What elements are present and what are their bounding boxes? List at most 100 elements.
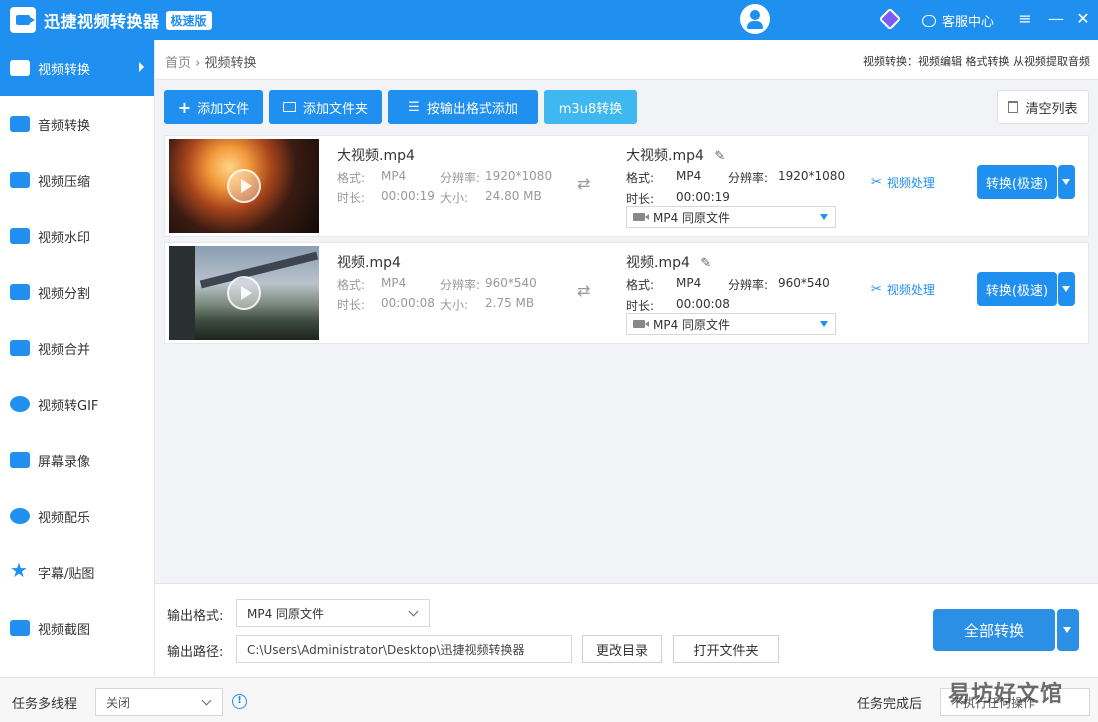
subtitle-sticker-icon bbox=[10, 558, 30, 582]
info-icon[interactable]: ! bbox=[232, 694, 247, 709]
sidebar-item-video-music[interactable]: 视频配乐 bbox=[0, 488, 154, 544]
breadcrumb-separator: › bbox=[195, 56, 201, 71]
clear-list-label: 清空列表 bbox=[1025, 101, 1078, 117]
menu-icon[interactable]: ≡ bbox=[1016, 10, 1034, 28]
output-file-name[interactable]: 视频.mp4 ✎ bbox=[626, 252, 711, 272]
output-format-label: 格式: bbox=[626, 278, 655, 292]
sidebar-item-screen-record[interactable]: 屏幕录像 bbox=[0, 432, 154, 488]
sidebar-item-video-convert[interactable]: 视频转换 bbox=[0, 40, 154, 96]
user-avatar[interactable] bbox=[740, 4, 770, 34]
sidebar-item-label: 视频合并 bbox=[38, 342, 91, 358]
chevron-right-icon bbox=[139, 62, 144, 72]
video-screenshot-icon bbox=[10, 620, 30, 636]
convert-fast-button[interactable]: 转换(极速) bbox=[977, 272, 1057, 306]
output-format-dropdown-value: MP4 同原文件 bbox=[247, 606, 325, 621]
output-settings-panel: 输出格式: MP4 同原文件 输出路径: C:\Users\Administra… bbox=[155, 583, 1098, 677]
video-gif-icon bbox=[10, 396, 30, 412]
sidebar-item-video-gif[interactable]: 视频转GIF bbox=[0, 376, 154, 432]
app-title: 迅捷视频转换器 bbox=[44, 12, 160, 31]
pencil-icon[interactable]: ✎ bbox=[700, 256, 711, 271]
video-merge-icon bbox=[10, 340, 30, 356]
file-row: 大视频.mp4 格式: MP4 分辨率: 1920*1080 时长: 00:00… bbox=[164, 135, 1089, 237]
chevron-down-icon bbox=[408, 606, 419, 617]
plus-icon: + bbox=[177, 97, 192, 117]
breadcrumb-home[interactable]: 首页 bbox=[165, 56, 191, 71]
sidebar-item-label: 视频压缩 bbox=[38, 174, 91, 190]
video-process-link[interactable]: ✂ 视频处理 bbox=[871, 281, 935, 298]
sidebar-item-subtitle-sticker[interactable]: 字幕/贴图 bbox=[0, 544, 154, 600]
source-size-value: 24.80 MB bbox=[485, 189, 542, 203]
breadcrumb: 首页 › 视频转换 bbox=[165, 52, 257, 71]
output-resolution-label: 分辨率: bbox=[728, 171, 769, 185]
video-thumbnail[interactable] bbox=[169, 246, 319, 340]
source-size-label: 大小: bbox=[440, 191, 469, 205]
multithread-select[interactable]: 关闭 bbox=[95, 688, 223, 716]
breadcrumb-current: 视频转换 bbox=[204, 56, 257, 71]
m3u8-convert-button[interactable]: m3u8转换 bbox=[544, 90, 637, 124]
convert-fast-button[interactable]: 转换(极速) bbox=[977, 165, 1057, 199]
output-format-label: 输出格式: bbox=[167, 609, 224, 624]
output-path-field[interactable]: C:\Users\Administrator\Desktop\迅捷视频转换器 bbox=[236, 635, 572, 663]
shuffle-icon: ⇄ bbox=[577, 281, 591, 300]
play-icon[interactable] bbox=[227, 169, 261, 203]
sidebar-item-video-merge[interactable]: 视频合并 bbox=[0, 320, 154, 376]
service-center-button[interactable]: 客服中心 bbox=[922, 11, 994, 30]
source-format-value: MP4 bbox=[381, 169, 407, 183]
sidebar-item-audio-convert[interactable]: 音频转换 bbox=[0, 96, 154, 152]
video-process-label: 视频处理 bbox=[886, 176, 935, 190]
scissors-icon: ✂ bbox=[871, 282, 882, 297]
sidebar-item-video-watermark[interactable]: 视频水印 bbox=[0, 208, 154, 264]
video-thumbnail[interactable] bbox=[169, 139, 319, 233]
video-process-label: 视频处理 bbox=[886, 283, 935, 297]
vip-icon[interactable] bbox=[878, 7, 902, 31]
output-file-name[interactable]: 大视频.mp4 ✎ bbox=[626, 145, 725, 165]
video-convert-icon bbox=[10, 60, 30, 76]
main-panel: 首页 › 视频转换 视频转换：视频编辑 格式转换 从视频提取音频 + 添加文件 … bbox=[155, 40, 1098, 583]
minimize-icon[interactable]: — bbox=[1047, 10, 1065, 28]
add-by-format-button[interactable]: ☰ 按输出格式添加 bbox=[388, 90, 538, 124]
add-file-label: 添加文件 bbox=[197, 101, 250, 117]
change-directory-button[interactable]: 更改目录 bbox=[582, 635, 662, 663]
sidebar-item-video-compress[interactable]: 视频压缩 bbox=[0, 152, 154, 208]
play-icon[interactable] bbox=[227, 276, 261, 310]
output-duration-label: 时长: bbox=[626, 299, 655, 313]
caret-down-icon bbox=[820, 214, 828, 220]
output-file-name-text: 大视频.mp4 bbox=[626, 148, 704, 164]
output-format-value: MP4 bbox=[676, 276, 702, 290]
video-camera-icon bbox=[633, 320, 649, 328]
source-file-name: 视频.mp4 bbox=[337, 255, 401, 271]
sidebar-item-label: 屏幕录像 bbox=[38, 454, 91, 470]
video-process-link[interactable]: ✂ 视频处理 bbox=[871, 174, 935, 191]
source-size-value: 2.75 MB bbox=[485, 296, 535, 310]
convert-dropdown-button[interactable] bbox=[1058, 165, 1075, 199]
audio-convert-icon bbox=[10, 116, 30, 132]
convert-all-dropdown-button[interactable] bbox=[1057, 609, 1079, 651]
output-format-select-value: MP4 同原文件 bbox=[653, 210, 731, 225]
clear-list-button[interactable]: 清空列表 bbox=[997, 90, 1089, 124]
output-format-select-value: MP4 同原文件 bbox=[653, 317, 731, 332]
add-folder-button[interactable]: 添加文件夹 bbox=[269, 90, 382, 124]
pencil-icon[interactable]: ✎ bbox=[714, 149, 725, 164]
sidebar-item-video-screenshot[interactable]: 视频截图 bbox=[0, 600, 154, 656]
output-resolution-value: 1920*1080 bbox=[778, 169, 846, 183]
m3u8-convert-label: m3u8转换 bbox=[558, 101, 623, 117]
video-split-icon bbox=[10, 284, 30, 300]
output-resolution-label: 分辨率: bbox=[728, 278, 769, 292]
convert-dropdown-button[interactable] bbox=[1058, 272, 1075, 306]
output-duration-value: 00:00:08 bbox=[676, 297, 730, 311]
sidebar-item-label: 字幕/贴图 bbox=[38, 566, 95, 582]
output-format-select[interactable]: MP4 同原文件 bbox=[626, 206, 836, 228]
video-camera-icon bbox=[633, 213, 649, 221]
source-format-label: 格式: bbox=[337, 171, 366, 185]
sidebar-item-video-split[interactable]: 视频分割 bbox=[0, 264, 154, 320]
close-icon[interactable]: ✕ bbox=[1074, 10, 1092, 28]
add-file-button[interactable]: + 添加文件 bbox=[164, 90, 263, 124]
output-format-select[interactable]: MP4 同原文件 bbox=[626, 313, 836, 335]
source-resolution-label: 分辨率: bbox=[440, 278, 481, 292]
sidebar: 视频转换 音频转换 视频压缩 视频水印 视频分割 视频合并 视频转GIF 屏幕录… bbox=[0, 40, 155, 677]
convert-all-button[interactable]: 全部转换 bbox=[933, 609, 1055, 651]
screen-record-icon bbox=[10, 452, 30, 468]
watermark-text: 易坊好文馆 bbox=[948, 682, 1064, 707]
output-format-dropdown[interactable]: MP4 同原文件 bbox=[236, 599, 430, 627]
open-folder-button[interactable]: 打开文件夹 bbox=[673, 635, 779, 663]
